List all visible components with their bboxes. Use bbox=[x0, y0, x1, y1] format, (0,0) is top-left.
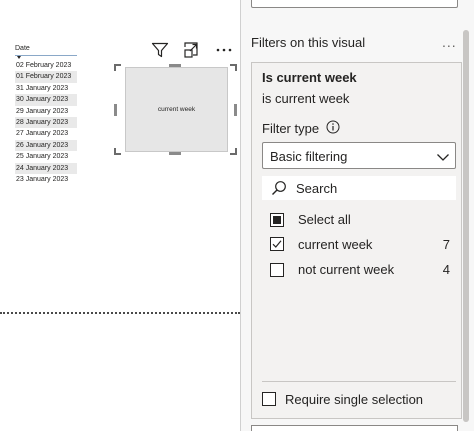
resize-handle[interactable] bbox=[114, 64, 121, 71]
filter-pane: Filters on this visual ... Is current we… bbox=[240, 0, 474, 431]
table-row[interactable]: 02 February 2023 bbox=[15, 60, 77, 71]
scrollbar-thumb[interactable] bbox=[463, 30, 469, 422]
chevron-down-icon[interactable] bbox=[436, 150, 450, 162]
checkbox-checked[interactable] bbox=[270, 237, 284, 251]
require-single-selection-option[interactable]: Require single selection bbox=[262, 391, 456, 409]
pane-section-title: Filters on this visual bbox=[251, 35, 366, 50]
checkbox-unchecked[interactable] bbox=[270, 263, 284, 277]
header-underline bbox=[15, 55, 77, 56]
table-row[interactable]: 26 January 2023 bbox=[15, 139, 77, 152]
resize-handle[interactable] bbox=[114, 148, 121, 155]
card-value: current week bbox=[157, 106, 196, 113]
more-options-icon[interactable] bbox=[214, 40, 234, 60]
report-canvas: Date 02 February 2023 01 February 2023 3… bbox=[0, 0, 240, 431]
table-row[interactable]: 29 January 2023 bbox=[15, 106, 77, 117]
page-boundary-line bbox=[0, 312, 240, 314]
date-rows: 02 February 2023 01 February 2023 31 Jan… bbox=[15, 60, 77, 185]
option-label: Select all bbox=[298, 212, 351, 227]
table-row[interactable]: 23 January 2023 bbox=[15, 174, 77, 185]
table-row[interactable]: 31 January 2023 bbox=[15, 83, 77, 94]
table-row[interactable]: 28 January 2023 bbox=[15, 116, 77, 129]
table-row[interactable]: 01 February 2023 bbox=[15, 71, 77, 83]
focus-mode-icon[interactable] bbox=[182, 40, 202, 60]
filter-card[interactable]: Is current week is current week Filter t… bbox=[251, 62, 462, 419]
pane-scrollbar[interactable] bbox=[463, 30, 469, 422]
list-item[interactable]: current week 7 bbox=[270, 236, 450, 254]
table-row[interactable]: 24 January 2023 bbox=[15, 162, 77, 174]
select-all-option[interactable]: Select all bbox=[270, 211, 450, 229]
info-icon[interactable] bbox=[326, 120, 340, 134]
date-column-header[interactable]: Date bbox=[15, 44, 77, 54]
search-icon bbox=[271, 180, 287, 196]
search-placeholder: Search bbox=[296, 181, 338, 196]
resize-handle[interactable] bbox=[234, 104, 237, 116]
card-visual[interactable]: current week bbox=[114, 64, 237, 155]
resize-handle[interactable] bbox=[114, 104, 117, 116]
table-row[interactable]: 30 January 2023 bbox=[15, 94, 77, 106]
filter-icon[interactable] bbox=[150, 40, 170, 60]
option-count: 4 bbox=[442, 262, 450, 277]
option-count: 7 bbox=[442, 237, 450, 252]
resize-handle[interactable] bbox=[230, 64, 237, 71]
visual-header bbox=[148, 40, 240, 60]
require-single-checkbox[interactable] bbox=[262, 392, 276, 406]
next-filter-card[interactable] bbox=[251, 425, 458, 431]
divider bbox=[262, 381, 456, 382]
filter-type-label: Filter type bbox=[262, 121, 320, 136]
require-single-label: Require single selection bbox=[285, 392, 424, 407]
filter-type-value: Basic filtering bbox=[270, 149, 348, 164]
filter-card-title[interactable]: Is current week bbox=[262, 70, 357, 85]
card-body: current week bbox=[125, 67, 228, 152]
sort-descending-icon[interactable] bbox=[17, 56, 21, 59]
more-options-icon[interactable]: ... bbox=[442, 34, 457, 50]
filter-type-dropdown[interactable]: Basic filtering bbox=[262, 142, 456, 169]
option-label: not current week bbox=[298, 262, 395, 277]
filter-card-subtitle: is current week bbox=[262, 91, 350, 106]
list-item[interactable]: not current week 4 bbox=[270, 261, 450, 279]
option-label: current week bbox=[298, 237, 373, 252]
resize-handle[interactable] bbox=[169, 152, 181, 155]
previous-filter-card[interactable] bbox=[251, 0, 458, 8]
date-table[interactable]: Date 02 February 2023 01 February 2023 3… bbox=[15, 44, 77, 185]
table-row[interactable]: 25 January 2023 bbox=[15, 151, 77, 162]
resize-handle[interactable] bbox=[230, 148, 237, 155]
select-all-checkbox[interactable] bbox=[270, 213, 284, 227]
search-input[interactable]: Search bbox=[262, 176, 456, 200]
table-row[interactable]: 27 January 2023 bbox=[15, 128, 77, 139]
